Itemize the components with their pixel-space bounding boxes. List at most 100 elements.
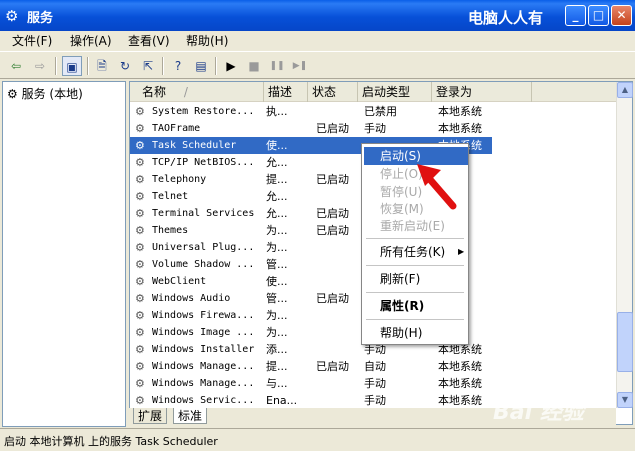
export-list-icon[interactable]: ⇱ [138, 56, 158, 76]
pause-service-icon[interactable]: ❚❚ [267, 56, 287, 76]
service-description: 管... [266, 292, 288, 305]
service-name: WebClient [152, 276, 207, 287]
menu-item-restart[interactable]: 重新启动(E) [364, 217, 468, 235]
service-status [316, 341, 362, 358]
service-startup-type: 手动 [364, 394, 386, 407]
service-logon-as: 本地系统 [438, 105, 482, 118]
menu-view[interactable]: 查看(V) [128, 33, 170, 49]
toolbar: ⇦ ⇨ ▣ 🗎 ↻ ⇱ ? ▤ ▶ ■ ❚❚ ▶❚ [0, 51, 635, 79]
service-status [316, 307, 362, 324]
table-row[interactable]: ⚙ Windows Servic... Ena... 手动 本地系统 [130, 392, 490, 409]
menu-separator [366, 319, 464, 320]
services-gears-icon: ⚙ [5, 7, 19, 25]
show-tree-icon[interactable]: ▣ [62, 56, 82, 76]
service-logon-as: 本地系统 [438, 360, 482, 373]
status-bar: 启动 本地计算机 上的服务 Task Scheduler [0, 428, 635, 451]
tab-extended[interactable]: 扩展 [133, 408, 168, 424]
service-name: Telnet [152, 191, 189, 202]
service-name: Windows Audio [152, 293, 231, 304]
scroll-down-arrow-icon[interactable]: ▼ [617, 392, 633, 408]
title-bar[interactable]: ⚙ 服务 电脑人人有 _ □ ✕ [0, 0, 635, 31]
table-row[interactable]: ⚙ TAOFrame 已启动 手动 本地系统 [130, 120, 490, 137]
service-description: 添... [266, 343, 288, 356]
service-name: Volume Shadow ... [152, 259, 255, 270]
help-icon[interactable]: ? [168, 56, 188, 76]
column-header-description[interactable]: 描述 [264, 82, 308, 102]
service-gear-icon: ⚙ [135, 309, 145, 322]
restart-service-icon[interactable]: ▶❚ [290, 56, 310, 76]
gears-icon: ⚙ [7, 87, 18, 101]
column-header-status[interactable]: 状态 [308, 82, 358, 102]
menu-separator [366, 265, 464, 266]
properties-icon[interactable]: 🗎 [92, 56, 112, 76]
service-gear-icon: ⚙ [135, 377, 145, 390]
menu-item-help[interactable]: 帮助(H) [364, 324, 468, 342]
toolbar-separator [162, 57, 164, 75]
service-status [316, 273, 362, 290]
minimize-button[interactable]: _ [565, 5, 586, 26]
tree-item-services-local[interactable]: ⚙ 服务 (本地) [7, 85, 83, 102]
service-description: Ena... [266, 394, 298, 407]
toolbar-separator [87, 57, 89, 75]
tree-item-label: 服务 (本地) [21, 87, 83, 101]
red-arrow-icon [417, 164, 457, 210]
back-icon[interactable]: ⇦ [6, 56, 26, 76]
service-logon-as: 本地系统 [438, 122, 482, 135]
service-status: 已启动 [316, 122, 349, 135]
column-header-startup-type[interactable]: 启动类型 [358, 82, 432, 102]
scroll-thumb[interactable] [617, 312, 633, 372]
table-row[interactable]: ⚙ Windows Manage... 与... 手动 本地系统 [130, 375, 490, 392]
service-name: Windows Firewa... [152, 310, 255, 321]
service-gear-icon: ⚙ [135, 105, 145, 118]
service-status [316, 324, 362, 341]
tree-pane: ⚙ 服务 (本地) [2, 81, 126, 427]
menu-file[interactable]: 文件(F) [12, 33, 52, 49]
service-gear-icon: ⚙ [135, 156, 145, 169]
toolbar-separator [55, 57, 57, 75]
service-name: Windows Manage... [152, 378, 255, 389]
menu-item-properties[interactable]: 属性(R) [364, 297, 468, 315]
service-gear-icon: ⚙ [135, 394, 145, 407]
service-status [316, 103, 362, 120]
column-header-name[interactable]: 名称 / [130, 82, 264, 102]
service-startup-type: 自动 [364, 360, 386, 373]
service-description: 执... [266, 105, 288, 118]
refresh-icon[interactable]: ↻ [115, 56, 135, 76]
menu-item-refresh[interactable]: 刷新(F) [364, 270, 468, 288]
service-status: 已启动 [316, 292, 349, 305]
service-gear-icon: ⚙ [135, 122, 145, 135]
toolbar-separator [215, 57, 217, 75]
service-status: 已启动 [316, 224, 349, 237]
table-row[interactable]: ⚙ System Restore... 执... 已禁用 本地系统 [130, 103, 490, 120]
stop-service-icon[interactable]: ■ [244, 56, 264, 76]
list-header: 名称 / 描述 状态 启动类型 登录为 [130, 82, 620, 102]
maximize-button[interactable]: □ [588, 5, 609, 26]
service-name: Windows Servic... [152, 395, 255, 406]
service-logon-as: 本地系统 [438, 377, 482, 390]
service-name: TCP/IP NetBIOS... [152, 157, 255, 168]
service-description: 为... [266, 241, 288, 254]
service-gear-icon: ⚙ [135, 224, 145, 237]
menu-help[interactable]: 帮助(H) [186, 33, 228, 49]
vertical-scrollbar[interactable]: ▲ ▼ [616, 82, 633, 408]
service-status: 已启动 [316, 360, 349, 373]
baidu-watermark: Bai 经验 [493, 400, 584, 425]
close-button[interactable]: ✕ [611, 5, 632, 26]
console-icon[interactable]: ▤ [191, 56, 211, 76]
service-startup-type: 手动 [364, 122, 386, 135]
forward-icon[interactable]: ⇨ [30, 56, 50, 76]
service-status [316, 392, 362, 409]
service-gear-icon: ⚙ [135, 343, 145, 356]
menu-item-all-tasks[interactable]: 所有任务(K) ▶ [364, 243, 468, 261]
scroll-up-arrow-icon[interactable]: ▲ [617, 82, 633, 98]
service-description: 允... [266, 190, 288, 203]
table-row[interactable]: ⚙ Windows Manage... 提... 已启动 自动 本地系统 [130, 358, 490, 375]
start-service-icon[interactable]: ▶ [221, 56, 241, 76]
tab-standard[interactable]: 标准 [173, 408, 208, 424]
service-description: 允... [266, 156, 288, 169]
service-gear-icon: ⚙ [135, 258, 145, 271]
menu-action[interactable]: 操作(A) [70, 33, 112, 49]
service-description: 为... [266, 224, 288, 237]
service-gear-icon: ⚙ [135, 190, 145, 203]
column-header-logon-as[interactable]: 登录为 [432, 82, 532, 102]
